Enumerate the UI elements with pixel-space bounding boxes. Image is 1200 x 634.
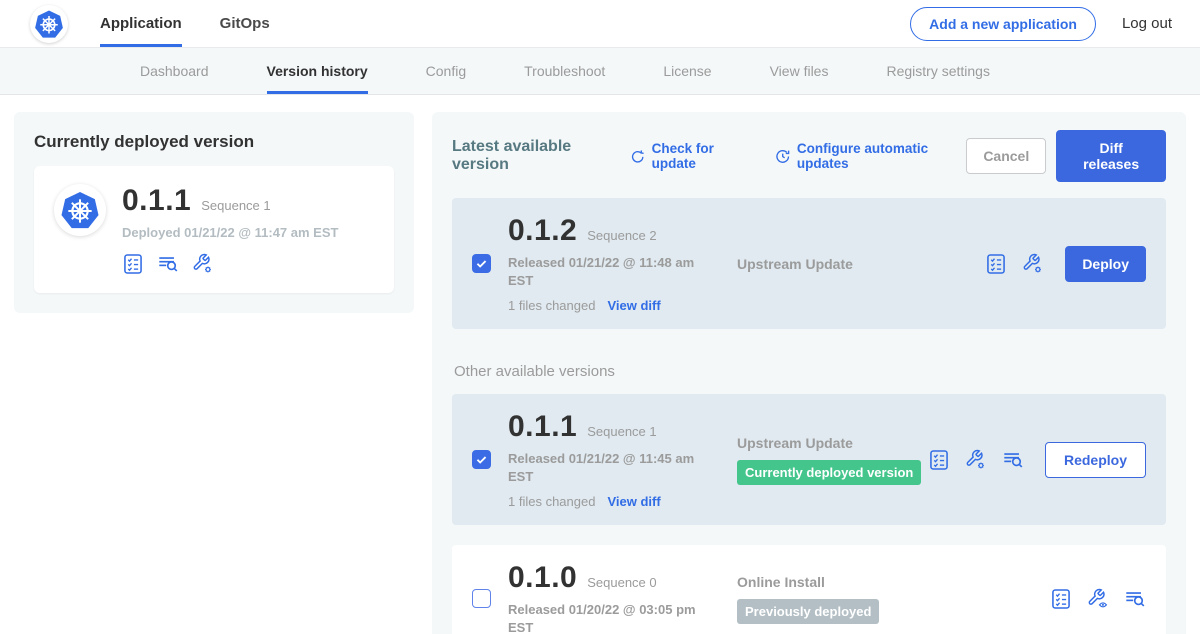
subnav-tab-license[interactable]: License: [663, 48, 711, 94]
subnav-tab-config[interactable]: Config: [426, 48, 466, 94]
version-source-label: Online Install: [737, 574, 1050, 590]
version-row-0-1-1: 0.1.1 Sequence 1 Released 01/21/22 @ 11:…: [452, 394, 1166, 525]
version-checkbox[interactable]: [472, 589, 491, 608]
diff-search-icon[interactable]: [1124, 588, 1146, 610]
refresh-icon: [630, 148, 645, 165]
subnav-tab-dashboard[interactable]: Dashboard: [140, 48, 209, 94]
view-diff-link[interactable]: View diff: [607, 298, 660, 313]
wrench-gear-icon[interactable]: [192, 253, 214, 275]
other-versions-heading: Other available versions: [454, 363, 1166, 380]
checklist-icon[interactable]: [122, 253, 144, 275]
version-checkbox[interactable]: [472, 254, 491, 273]
deployed-timestamp: Deployed 01/21/22 @ 11:47 am EST: [122, 225, 338, 240]
subnav-tab-version-history[interactable]: Version history: [267, 48, 368, 94]
deployed-version-number: 0.1.1: [122, 184, 191, 218]
check-for-update-link[interactable]: Check for update: [630, 141, 751, 171]
diff-releases-button[interactable]: Diff releases: [1056, 130, 1166, 182]
files-changed-label: 1 files changed: [508, 298, 595, 313]
previously-deployed-badge: Previously deployed: [737, 599, 879, 624]
subnav-tab-view-files[interactable]: View files: [770, 48, 829, 94]
version-history-panel: Latest available version Check for updat…: [432, 112, 1186, 634]
currently-deployed-panel: Currently deployed version 0.1.1 Sequenc…: [14, 112, 414, 313]
version-source-label: Upstream Update: [737, 435, 928, 451]
diff-search-icon[interactable]: [157, 253, 179, 275]
sequence-label: Sequence 2: [587, 228, 656, 243]
released-timestamp: Released 01/21/22 @ 11:45 am EST: [508, 450, 698, 485]
version-row-0-1-0: 0.1.0 Sequence 0 Released 01/20/22 @ 03:…: [452, 545, 1166, 634]
tab-application[interactable]: Application: [100, 0, 182, 47]
subnav-tab-registry-settings[interactable]: Registry settings: [886, 48, 989, 94]
deploy-button[interactable]: Deploy: [1065, 246, 1146, 282]
redeploy-button[interactable]: Redeploy: [1045, 442, 1146, 478]
diff-search-icon[interactable]: [1002, 449, 1024, 471]
configure-automatic-updates-link[interactable]: Configure automatic updates: [775, 141, 966, 171]
latest-available-title: Latest available version: [452, 138, 616, 174]
version-number: 0.1.2: [508, 214, 577, 248]
checklist-icon[interactable]: [1050, 588, 1072, 610]
tab-gitops[interactable]: GitOps: [220, 0, 270, 47]
wrench-gear-icon[interactable]: [965, 449, 987, 471]
version-number: 0.1.0: [508, 561, 577, 595]
sequence-label: Sequence 1: [587, 424, 656, 439]
header-tabs: Application GitOps: [100, 0, 270, 47]
app-logo-icon: [54, 184, 106, 236]
clock-refresh-icon: [775, 148, 790, 165]
currently-deployed-title: Currently deployed version: [34, 132, 394, 152]
released-timestamp: Released 01/21/22 @ 11:48 am EST: [508, 254, 698, 289]
deployed-sequence-label: Sequence 1: [201, 198, 270, 213]
view-diff-link[interactable]: View diff: [607, 494, 660, 509]
sequence-label: Sequence 0: [587, 575, 656, 590]
subnav-tab-troubleshoot[interactable]: Troubleshoot: [524, 48, 605, 94]
kubernetes-logo-icon: [30, 5, 68, 43]
deployed-version-card: 0.1.1 Sequence 1 Deployed 01/21/22 @ 11:…: [34, 166, 394, 293]
app-subnav: Dashboard Version history Config Trouble…: [0, 48, 1200, 95]
version-checkbox[interactable]: [472, 450, 491, 469]
files-changed-label: 1 files changed: [508, 494, 595, 509]
released-timestamp: Released 01/20/22 @ 03:05 pm EST: [508, 601, 698, 634]
version-row-0-1-2: 0.1.2 Sequence 2 Released 01/21/22 @ 11:…: [452, 198, 1166, 329]
checklist-icon[interactable]: [985, 253, 1007, 275]
currently-deployed-badge: Currently deployed version: [737, 460, 921, 485]
version-number: 0.1.1: [508, 410, 577, 444]
cancel-button[interactable]: Cancel: [966, 138, 1046, 174]
wrench-gear-icon[interactable]: [1022, 253, 1044, 275]
version-source-label: Upstream Update: [737, 256, 985, 272]
top-header: Application GitOps Add a new application…: [0, 0, 1200, 48]
wrench-eye-icon[interactable]: [1087, 588, 1109, 610]
logout-link[interactable]: Log out: [1122, 15, 1172, 32]
checklist-icon[interactable]: [928, 449, 950, 471]
add-new-application-button[interactable]: Add a new application: [910, 7, 1096, 41]
